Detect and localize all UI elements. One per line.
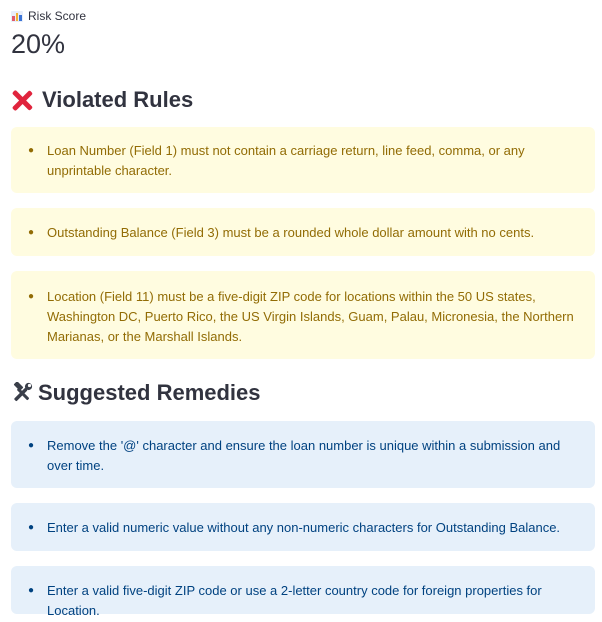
risk-score-metric: Risk Score 20% bbox=[11, 0, 591, 61]
bar-chart-icon bbox=[11, 10, 23, 22]
bullet: ● bbox=[28, 227, 35, 238]
violated-rules-title: Violated Rules bbox=[42, 87, 194, 112]
suggested-remedies-title: Suggested Remedies bbox=[38, 380, 261, 405]
violated-rule-text: Loan Number (Field 1) must not contain a… bbox=[47, 143, 525, 178]
remedy-text: Enter a valid numeric value without any … bbox=[47, 520, 561, 535]
bullet: ● bbox=[28, 522, 35, 533]
cross-mark-icon bbox=[11, 89, 33, 111]
violated-rule-text: Outstanding Balance (Field 3) must be a … bbox=[47, 225, 535, 240]
remedy-text: Remove the '@' character and ensure the … bbox=[47, 438, 561, 473]
bullet: ● bbox=[28, 291, 35, 302]
metric-label-row: Risk Score bbox=[11, 9, 591, 23]
remedy-alert: ● Enter a valid numeric value without an… bbox=[11, 503, 595, 551]
page: Risk Score 20% Violated Rules ● Loan Num… bbox=[0, 0, 602, 622]
bullet: ● bbox=[28, 145, 35, 156]
remedy-alert: ● Enter a valid five-digit ZIP code or u… bbox=[11, 566, 595, 618]
metric-value: 20% bbox=[11, 29, 66, 59]
suggested-remedies-heading: Suggested Remedies bbox=[11, 378, 261, 408]
violated-rules-heading: Violated Rules bbox=[11, 85, 591, 115]
violated-rule-alert: ● Location (Field 11) must be a five-dig… bbox=[11, 271, 595, 359]
violated-rule-alert: ● Outstanding Balance (Field 3) must be … bbox=[11, 208, 595, 256]
violated-rule-alert: ● Loan Number (Field 1) must not contain… bbox=[11, 127, 595, 193]
bullet: ● bbox=[28, 440, 35, 451]
remedy-text: Enter a valid five-digit ZIP code or use… bbox=[47, 583, 542, 618]
metric-label: Risk Score bbox=[28, 9, 87, 23]
violated-rule-text: Location (Field 11) must be a five-digit… bbox=[47, 289, 574, 344]
remedy-alert: ● Remove the '@' character and ensure th… bbox=[11, 421, 595, 488]
hammer-wrench-icon bbox=[13, 382, 33, 402]
bullet: ● bbox=[28, 585, 35, 596]
